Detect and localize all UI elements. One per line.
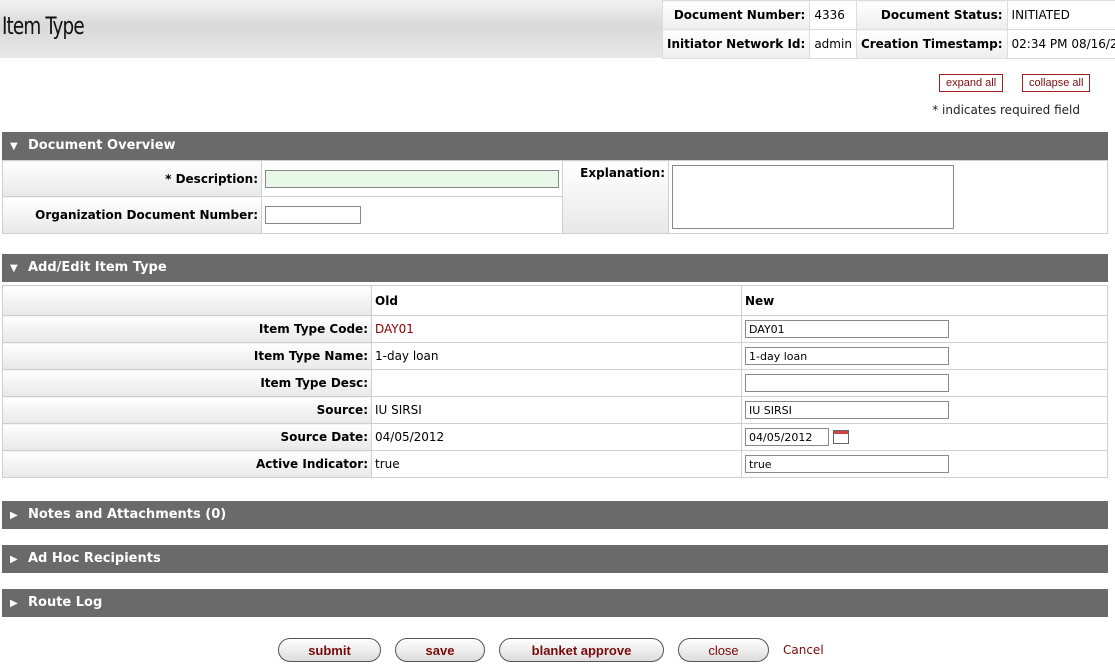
description-field[interactable] [265,169,559,188]
tab-add-edit-item-type-label: Add/Edit Item Type [28,260,167,275]
tab-document-overview[interactable]: ▼ Document Overview [2,132,1108,160]
new-column-header: New [741,285,1108,316]
item-type-desc-field[interactable] [745,374,949,392]
item-type-desc-old [371,369,742,397]
table-row: Active Indicator: true [2,450,1108,478]
table-row: Item Type Code: DAY01 [2,315,1108,343]
description-label: * Description: [2,160,262,197]
active-indicator-old: true [371,450,742,478]
close-button[interactable]: close [678,638,769,662]
table-row: Source Date: 04/05/2012 [2,423,1108,451]
tab-route-log-label: Route Log [28,595,103,610]
doc-number-value: 4336 [809,0,857,30]
save-button[interactable]: save [395,638,485,662]
page-header: Item Type [0,0,662,58]
calendar-icon[interactable] [833,430,849,444]
tab-add-edit-item-type[interactable]: ▼ Add/Edit Item Type [2,254,1108,282]
active-indicator-field[interactable] [745,455,949,473]
submit-button[interactable]: submit [278,638,381,662]
triangle-right-icon: ▶ [10,510,18,521]
tab-notes-attachments-label: Notes and Attachments (0) [28,507,227,522]
document-overview-table: * Description: Explanation: Organization… [2,160,1108,234]
page-title: Item Type [2,12,85,40]
org-doc-number-field[interactable] [265,206,361,224]
created-value: 02:34 PM 08/16/2013 [1006,29,1115,59]
created-label: Creation Timestamp: [855,29,1008,59]
item-type-code-old: DAY01 [371,315,742,343]
explanation-label: Explanation: [562,160,669,234]
source-date-old: 04/05/2012 [371,423,742,451]
tab-ad-hoc-recipients-label: Ad Hoc Recipients [28,551,161,566]
item-type-code-label: Item Type Code: [2,315,372,343]
source-date-field[interactable] [745,428,829,446]
initiator-value: admin [809,29,857,59]
required-field-note: * indicates required field [932,103,1080,117]
triangle-right-icon: ▶ [10,598,18,609]
tab-route-log[interactable]: ▶ Route Log [2,589,1108,617]
source-date-label: Source Date: [2,423,372,451]
collapse-all-button[interactable]: collapse all [1022,74,1091,92]
item-type-name-label: Item Type Name: [2,342,372,370]
table-row: Item Type Desc: [2,369,1108,397]
source-label: Source: [2,396,372,424]
tab-ad-hoc-recipients[interactable]: ▶ Ad Hoc Recipients [2,545,1108,573]
tab-document-overview-label: Document Overview [28,138,176,153]
triangle-down-icon: ▼ [10,263,18,274]
item-type-name-field[interactable] [745,347,949,365]
doc-number-label: Document Number: [661,0,811,30]
item-type-desc-label: Item Type Desc: [2,369,372,397]
tab-notes-attachments[interactable]: ▶ Notes and Attachments (0) [2,501,1108,529]
initiator-label: Initiator Network Id: [661,29,811,59]
expand-all-button[interactable]: expand all [939,74,1004,92]
active-indicator-label: Active Indicator: [2,450,372,478]
table-row: Source: IU SIRSI [2,396,1108,424]
doc-status-value: INITIATED [1006,0,1115,30]
triangle-right-icon: ▶ [10,554,18,565]
triangle-down-icon: ▼ [10,141,18,152]
org-doc-number-label: Organization Document Number: [2,196,262,234]
item-type-name-old: 1-day loan [371,342,742,370]
row-label-header [2,285,372,316]
item-type-code-field[interactable] [745,320,949,338]
blanket-approve-button[interactable]: blanket approve [499,638,664,662]
table-row: Item Type Name: 1-day loan [2,342,1108,370]
old-column-header: Old [371,285,742,316]
item-type-edit-table: Old New Item Type Code: DAY01 Item Type … [2,285,1108,478]
doc-status-label: Document Status: [855,0,1008,30]
document-info-table: Document Number: 4336 Document Status: I… [661,0,1115,59]
source-old: IU SIRSI [371,396,742,424]
cancel-link[interactable]: Cancel [783,643,824,657]
explanation-field[interactable] [672,165,954,229]
source-field[interactable] [745,401,949,419]
